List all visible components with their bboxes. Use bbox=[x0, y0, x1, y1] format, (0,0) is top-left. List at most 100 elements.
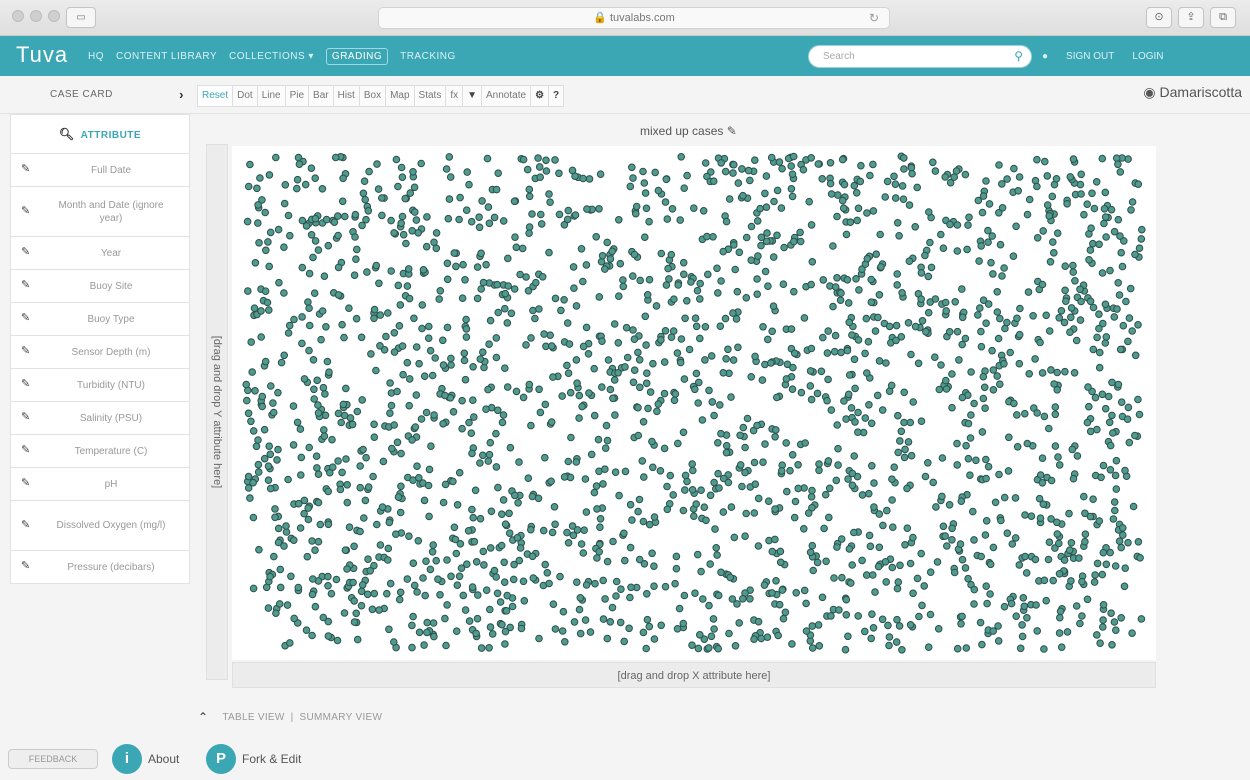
case-point[interactable] bbox=[267, 382, 275, 390]
case-point[interactable] bbox=[266, 228, 275, 237]
case-point[interactable] bbox=[360, 514, 368, 522]
case-point[interactable] bbox=[953, 327, 962, 336]
case-point[interactable] bbox=[909, 589, 917, 598]
case-point[interactable] bbox=[906, 559, 915, 568]
case-point[interactable] bbox=[563, 528, 571, 537]
case-point[interactable] bbox=[1003, 529, 1012, 538]
case-point[interactable] bbox=[1091, 393, 1100, 402]
case-point[interactable] bbox=[244, 287, 252, 295]
case-point[interactable] bbox=[1005, 433, 1013, 442]
case-point[interactable] bbox=[1047, 366, 1055, 374]
case-point[interactable] bbox=[439, 336, 447, 345]
case-point[interactable] bbox=[1066, 328, 1074, 336]
case-point[interactable] bbox=[1115, 537, 1124, 546]
case-point[interactable] bbox=[484, 457, 493, 465]
case-point[interactable] bbox=[699, 595, 707, 603]
case-point[interactable] bbox=[673, 625, 682, 633]
case-point[interactable] bbox=[970, 399, 978, 408]
case-point[interactable] bbox=[900, 418, 908, 427]
case-point[interactable] bbox=[397, 163, 406, 172]
case-point[interactable] bbox=[1063, 628, 1072, 636]
case-point[interactable] bbox=[1076, 619, 1084, 628]
attribute-item[interactable]: ✎ Pressure (decibars) bbox=[10, 551, 190, 584]
case-point[interactable] bbox=[729, 309, 737, 317]
case-point[interactable] bbox=[1061, 262, 1070, 270]
case-point[interactable] bbox=[1095, 363, 1104, 372]
case-point[interactable] bbox=[353, 245, 361, 254]
case-point[interactable] bbox=[550, 503, 559, 511]
case-point[interactable] bbox=[439, 420, 447, 428]
case-point[interactable] bbox=[350, 618, 359, 626]
case-point[interactable] bbox=[1095, 517, 1104, 525]
case-point[interactable] bbox=[358, 396, 366, 404]
case-point[interactable] bbox=[1048, 192, 1057, 201]
case-point[interactable] bbox=[582, 581, 591, 589]
case-point[interactable] bbox=[472, 558, 481, 566]
case-point[interactable] bbox=[639, 517, 648, 526]
case-point[interactable] bbox=[645, 520, 654, 529]
case-point[interactable] bbox=[848, 331, 856, 339]
case-point[interactable] bbox=[751, 480, 760, 489]
case-point[interactable] bbox=[1033, 182, 1041, 191]
case-point[interactable] bbox=[277, 358, 286, 367]
case-point[interactable] bbox=[257, 333, 266, 341]
case-point[interactable] bbox=[917, 269, 926, 277]
case-point[interactable] bbox=[843, 346, 852, 355]
case-point[interactable] bbox=[641, 312, 650, 321]
case-point[interactable] bbox=[768, 327, 777, 336]
case-point[interactable] bbox=[549, 373, 557, 381]
case-point[interactable] bbox=[1040, 645, 1048, 653]
case-point[interactable] bbox=[383, 589, 391, 598]
case-point[interactable] bbox=[1076, 285, 1084, 294]
case-point[interactable] bbox=[894, 448, 903, 457]
case-point[interactable] bbox=[410, 314, 418, 323]
case-point[interactable] bbox=[1033, 627, 1042, 635]
case-point[interactable] bbox=[657, 621, 666, 630]
case-point[interactable] bbox=[958, 313, 967, 322]
case-point[interactable] bbox=[981, 531, 990, 539]
case-point[interactable] bbox=[334, 263, 343, 272]
case-point[interactable] bbox=[1083, 418, 1092, 427]
case-point[interactable] bbox=[905, 257, 914, 265]
case-point[interactable] bbox=[1069, 268, 1078, 276]
case-point[interactable] bbox=[653, 407, 661, 416]
case-point[interactable] bbox=[1067, 539, 1076, 547]
case-point[interactable] bbox=[274, 225, 283, 234]
case-point[interactable] bbox=[657, 336, 665, 344]
case-point[interactable] bbox=[546, 198, 554, 207]
case-point[interactable] bbox=[920, 582, 929, 590]
case-point[interactable] bbox=[616, 259, 625, 268]
case-point[interactable] bbox=[1077, 297, 1085, 306]
case-point[interactable] bbox=[334, 231, 342, 240]
case-point[interactable] bbox=[265, 442, 274, 451]
case-point[interactable] bbox=[868, 462, 876, 470]
case-point[interactable] bbox=[565, 340, 574, 348]
case-point[interactable] bbox=[1100, 205, 1109, 213]
case-point[interactable] bbox=[634, 348, 642, 357]
case-point[interactable] bbox=[518, 244, 527, 253]
case-point[interactable] bbox=[251, 259, 260, 267]
case-point[interactable] bbox=[1049, 576, 1058, 585]
case-point[interactable] bbox=[338, 468, 346, 477]
case-point[interactable] bbox=[1062, 297, 1070, 305]
case-point[interactable] bbox=[866, 171, 874, 180]
case-point[interactable] bbox=[1024, 288, 1033, 296]
case-point[interactable] bbox=[893, 219, 902, 227]
case-point[interactable] bbox=[854, 428, 862, 437]
case-point[interactable] bbox=[450, 523, 459, 532]
case-point[interactable] bbox=[493, 589, 502, 598]
case-point[interactable] bbox=[547, 477, 555, 486]
case-point[interactable] bbox=[741, 532, 749, 541]
case-point[interactable] bbox=[1116, 345, 1125, 354]
case-point[interactable] bbox=[877, 263, 885, 271]
case-point[interactable] bbox=[776, 558, 785, 567]
case-point[interactable] bbox=[449, 477, 457, 486]
stats-button[interactable]: Stats bbox=[413, 85, 447, 107]
case-point[interactable] bbox=[608, 603, 617, 612]
case-point[interactable] bbox=[929, 158, 937, 167]
case-point[interactable] bbox=[1095, 324, 1103, 333]
case-point[interactable] bbox=[747, 222, 756, 231]
case-point[interactable] bbox=[275, 600, 284, 608]
case-point[interactable] bbox=[425, 465, 434, 474]
case-point[interactable] bbox=[721, 167, 730, 176]
